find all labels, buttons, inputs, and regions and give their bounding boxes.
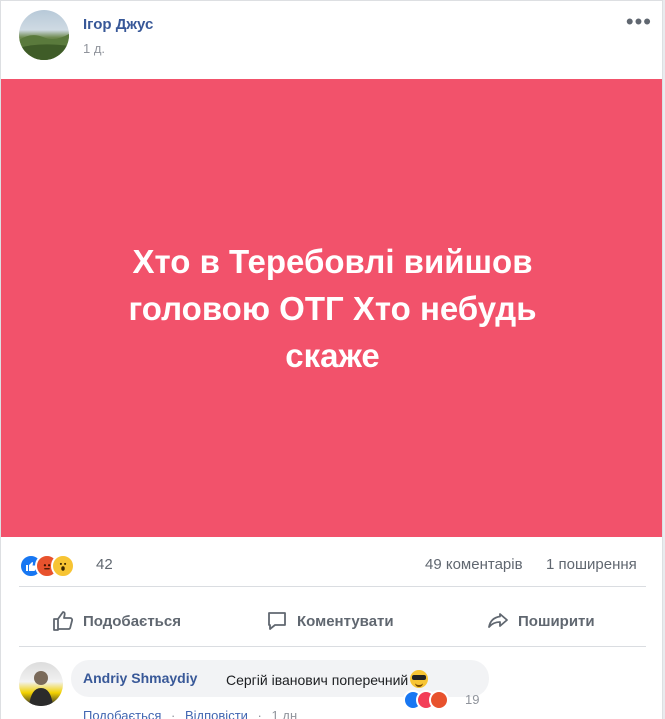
like-label: Подобається <box>83 612 181 630</box>
comment-item: Andriy Shmaydiy Сергій іванович поперечн… <box>1 656 662 719</box>
share-button[interactable]: Поширити <box>486 598 595 644</box>
post-text: Хто в Теребовлі вийшов головою ОТГ Хто н… <box>128 242 537 374</box>
comment-reply-link[interactable]: Відповісти <box>185 708 248 719</box>
shares-count[interactable]: 1 поширення <box>546 556 637 573</box>
comment-reactions-count: 19 <box>465 692 480 707</box>
post-header: Ігор Джус 1 д. ••• <box>1 1 662 79</box>
comment-label: Коментувати <box>297 612 394 630</box>
thumbs-up-icon <box>53 611 74 631</box>
meta-separator: · <box>171 708 176 719</box>
post-actions: Подобається Коментувати Поширити <box>1 598 662 644</box>
stats-divider <box>19 586 646 587</box>
author-avatar[interactable] <box>19 10 69 60</box>
post-stats: 42 49 коментарів 1 поширення <box>1 547 662 583</box>
angry-reaction-icon <box>429 690 449 710</box>
comment-text-wrap: Сергій іванович поперечний <box>226 670 429 688</box>
post-card: Ігор Джус 1 д. ••• Хто в Теребовлі вийшо… <box>0 0 663 719</box>
commenter-name[interactable]: Andriy Shmaydiy <box>83 670 197 686</box>
comment-like-link[interactable]: Подобається <box>83 708 161 719</box>
comment-time[interactable]: 1 дн <box>272 708 298 719</box>
comment-meta: Подобається · Відповісти · 1 дн <box>83 708 303 719</box>
reactions-count[interactable]: 42 <box>96 556 113 573</box>
post-text-background: Хто в Теребовлі вийшов головою ОТГ Хто н… <box>1 79 662 537</box>
share-label: Поширити <box>518 612 595 630</box>
wow-reaction-icon <box>51 554 75 578</box>
comment-reactions[interactable]: 19 <box>403 690 493 712</box>
more-options-icon[interactable]: ••• <box>626 9 652 35</box>
share-arrow-icon <box>488 613 508 628</box>
commenter-avatar[interactable] <box>19 662 63 706</box>
comment-text: Сергій іванович поперечний <box>226 672 409 688</box>
post-timestamp[interactable]: 1 д. <box>83 41 105 56</box>
like-button[interactable]: Подобається <box>51 598 181 644</box>
actions-divider <box>19 646 646 647</box>
author-name[interactable]: Ігор Джус <box>83 16 153 33</box>
comments-count[interactable]: 49 коментарів <box>425 556 523 573</box>
sunglasses-emoji-icon <box>410 670 429 688</box>
comment-button[interactable]: Коментувати <box>265 598 394 644</box>
meta-separator: · <box>257 708 262 719</box>
comment-bubble-icon <box>268 612 286 630</box>
